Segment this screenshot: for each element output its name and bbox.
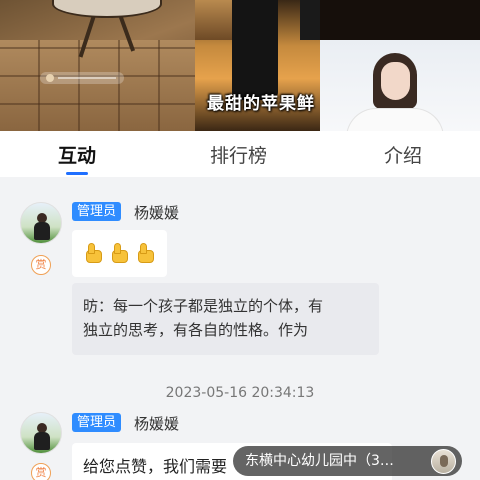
video-scene-cabinet: [195, 0, 235, 40]
tab-introduction[interactable]: 介绍: [384, 141, 422, 168]
quote-line: 昉：每一个孩子都是独立的个体，有: [83, 297, 324, 315]
video-scene-person: [232, 0, 278, 100]
progress-track: [58, 77, 116, 79]
message-text: 给您点赞，我们需要: [83, 457, 228, 476]
thumbs-up-icon: [82, 242, 104, 264]
reward-icon[interactable]: 赏: [31, 463, 51, 480]
quote-line: 独立的思考，有各自的性格。作为: [83, 321, 309, 339]
video-progress-slider[interactable]: [40, 72, 124, 84]
message-timestamp: 2023-05-16 20:34:13: [165, 385, 315, 401]
notice-avatar: [431, 449, 456, 474]
video-scene-floor: [0, 40, 195, 131]
sender-name: 杨媛媛: [134, 204, 180, 222]
quoted-message-text: 昉：每一个孩子都是独立的个体，有 独立的思考，有各自的性格。作为: [83, 294, 368, 342]
thumbs-up-icon: [134, 242, 156, 264]
admin-badge: 管理员: [72, 413, 122, 432]
video-scene-person: [300, 0, 320, 40]
video-subtitle: 最甜的苹果鲜: [207, 94, 315, 114]
active-tab-indicator: [66, 172, 88, 175]
message-bubble[interactable]: [72, 230, 167, 277]
thumbs-up-icon: [108, 242, 130, 264]
presenter-body: [346, 108, 444, 131]
tab-interaction[interactable]: 互动: [58, 141, 96, 168]
chat-list[interactable]: 赏 管理员 杨媛媛 昉：每一个孩子都是独立的个体，有 独立的思考，有各自的性格。…: [0, 177, 480, 480]
avatar[interactable]: [20, 412, 62, 454]
tab-leaderboard[interactable]: 排行榜: [210, 141, 267, 168]
tab-bar: 互动 排行榜 介绍: [0, 131, 480, 177]
avatar-torso: [34, 432, 50, 450]
emoji-row: [82, 242, 160, 264]
admin-badge: 管理员: [72, 202, 122, 221]
live-video-player[interactable]: 最甜的苹果鲜: [0, 0, 480, 131]
reward-icon[interactable]: 赏: [31, 255, 51, 275]
presenter-face: [381, 62, 410, 100]
avatar-torso: [34, 222, 50, 240]
sender-name: 杨媛媛: [134, 415, 180, 433]
progress-knob[interactable]: [46, 74, 54, 82]
avatar[interactable]: [20, 202, 62, 244]
entry-notice-toast[interactable]: 东横中心幼儿园中（3…: [233, 446, 462, 476]
